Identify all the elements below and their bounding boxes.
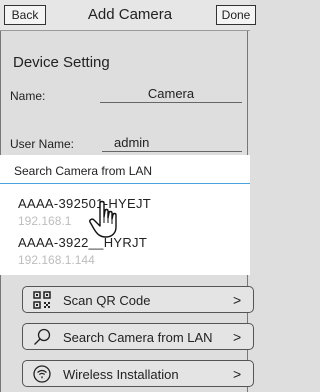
wireless-installation-button[interactable]: Wireless Installation > [22,360,254,387]
popup-header: Search Camera from LAN [0,155,250,184]
menu-item-label: Wireless Installation [63,367,179,382]
name-label: Name: [10,89,46,103]
qr-code-icon [33,291,51,309]
search-camera-lan-button[interactable]: Search Camera from LAN > [22,323,254,350]
menu-item-label: Scan QR Code [63,293,151,308]
chevron-right-icon: > [233,329,242,345]
device-setting-heading: Device Setting [13,54,110,71]
menu-item-label: Search Camera from LAN [63,330,213,345]
wireless-icon [33,365,51,383]
page-title: Add Camera [87,6,173,23]
back-button[interactable]: Back [4,5,46,25]
user-name-field[interactable]: admin [102,135,242,152]
name-field[interactable]: Camera [100,86,242,103]
done-button[interactable]: Done [216,5,256,25]
user-name-label: User Name: [10,137,75,151]
chevron-right-icon: > [233,292,242,308]
hand-pointer-icon [89,200,117,238]
scan-qr-code-button[interactable]: Scan QR Code > [22,286,254,313]
camera-ip: 192.168.1.144 [18,253,95,267]
search-icon [34,328,51,345]
navigation-bar: Back Add Camera Done [0,0,256,31]
camera-id: AAAA-3922__HYRJT [18,235,148,250]
popup-title: Search Camera from LAN [14,164,153,178]
chevron-right-icon: > [233,366,242,382]
camera-id: AAAA-392501-HYEJT [18,196,151,211]
camera-ip: 192.168.1 [18,214,72,228]
